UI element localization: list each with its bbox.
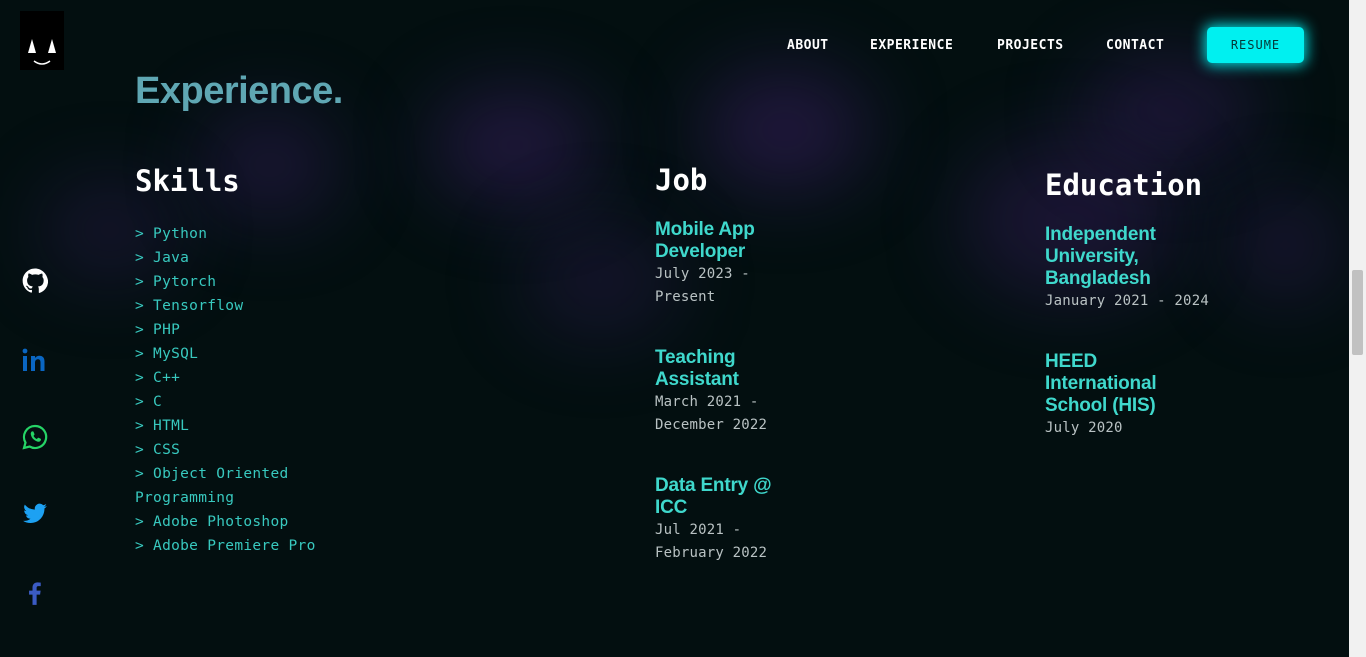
page-scrollbar[interactable] [1349,0,1366,657]
github-link[interactable] [22,268,48,294]
top-nav: ABOUT EXPERIENCE PROJECTS CONTACT [0,38,1349,54]
education-entry: HEED International School (HIS) July 202… [1045,351,1175,440]
job-entry: Data Entry @ ICC Jul 2021 - February 202… [655,475,790,564]
job-date: March 2021 - December 2022 [655,394,768,433]
nav-contact-link[interactable]: CONTACT [1106,38,1164,53]
education-school: Independent University, Bangladesh [1045,224,1156,289]
facebook-link[interactable] [22,580,48,606]
nav-projects-link[interactable]: PROJECTS [997,38,1064,53]
linkedin-icon [22,348,45,371]
job-role: Mobile App Developer [655,219,755,262]
job-entry: Teaching Assistant March 2021 - December… [655,347,790,436]
twitter-link[interactable] [22,501,48,527]
skill-item: > Tensorflow [135,298,244,314]
whatsapp-link[interactable] [22,424,48,450]
job-entry: Mobile App Developer July 2023 - Present [655,219,790,308]
whatsapp-icon [22,424,48,450]
twitter-icon [23,503,47,523]
job-title: Job [655,163,708,197]
skill-item: > MySQL [135,346,199,362]
job-date: Jul 2021 - February 2022 [655,522,768,561]
skills-list: > Python > Java > Pytorch > Tensorflow >… [135,222,335,558]
github-icon [22,268,48,293]
skill-item: > Pytorch [135,274,217,290]
skill-item: > Adobe Premiere Pro [135,538,316,554]
job-role: Data Entry @ ICC [655,475,772,518]
skill-item: > CSS [135,442,181,458]
skill-item: > Python [135,226,208,242]
skills-title: Skills [135,164,240,198]
skill-item: > C++ [135,370,181,386]
resume-button[interactable]: RESUME [1207,27,1304,63]
education-date: July 2020 [1045,420,1123,436]
education-date: January 2021 - 2024 [1045,293,1209,309]
linkedin-link[interactable] [22,347,48,373]
education-title: Education [1045,168,1203,202]
nav-about-link[interactable]: ABOUT [787,38,829,53]
skill-item: > Adobe Photoshop [135,514,289,530]
skill-item: > C [135,394,163,410]
education-entry: Independent University, Bangladesh Janua… [1045,224,1209,313]
facebook-icon [29,582,41,605]
skill-item: > Java [135,250,190,266]
section-title: Experience. [135,70,343,112]
skill-item: > HTML [135,418,190,434]
nav-experience-link[interactable]: EXPERIENCE [870,38,953,53]
job-date: July 2023 - Present [655,266,750,305]
skill-item: > Object Oriented Programming [135,466,289,506]
job-role: Teaching Assistant [655,347,739,390]
scrollbar-thumb[interactable] [1352,270,1363,355]
skill-item: > PHP [135,322,181,338]
education-school: HEED International School (HIS) [1045,351,1157,416]
